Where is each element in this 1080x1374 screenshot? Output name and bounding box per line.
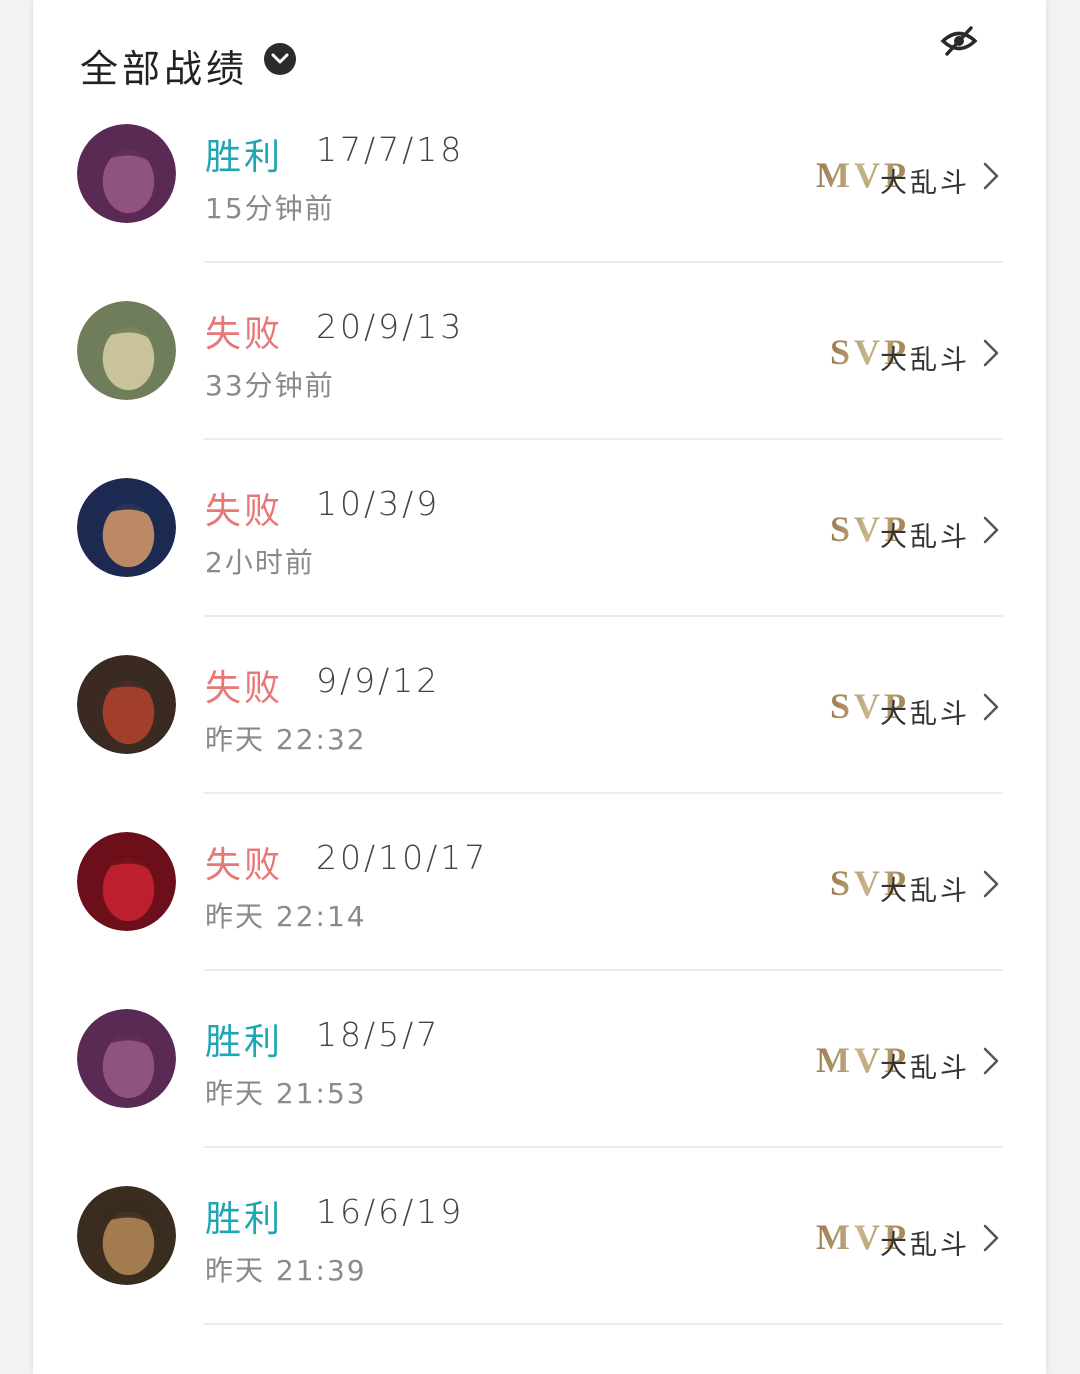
champion-avatar <box>77 655 176 754</box>
match-row[interactable]: 失败 10/3/9 2小时前 SVP 大乱斗 <box>33 440 1046 617</box>
match-row[interactable]: 失败 20/9/13 33分钟前 SVP 大乱斗 <box>33 263 1046 440</box>
game-mode: 大乱斗 <box>880 876 970 907</box>
kda-score: 10/3/9 <box>316 484 441 523</box>
match-result: 失败 <box>205 668 284 709</box>
match-row[interactable]: 失败 9/9/12 昨天 22:32 SVP 大乱斗 <box>33 617 1046 794</box>
kda-score: 17/7/18 <box>316 130 465 169</box>
game-mode: 大乱斗 <box>880 699 970 730</box>
kda-score: 9/9/12 <box>316 661 441 700</box>
champion-avatar <box>77 1009 176 1108</box>
match-time: 33分钟前 <box>205 369 335 402</box>
match-time: 昨天 22:32 <box>205 723 367 756</box>
match-row[interactable]: 胜利 16/6/19 昨天 21:39 MVP 大乱斗 <box>33 1148 1046 1325</box>
chevron-right-icon <box>983 339 999 367</box>
match-time: 2小时前 <box>205 546 315 579</box>
champion-avatar <box>77 832 176 931</box>
champion-avatar <box>77 124 176 223</box>
row-divider <box>204 1323 1003 1325</box>
chevron-down-icon <box>271 53 289 64</box>
chevron-right-icon <box>983 1224 999 1252</box>
kda-score: 20/9/13 <box>316 307 465 346</box>
match-result: 失败 <box>205 314 284 355</box>
champion-avatar <box>77 1186 176 1285</box>
chevron-right-icon <box>983 693 999 721</box>
champion-avatar <box>77 478 176 577</box>
hide-toggle-button[interactable] <box>939 24 979 58</box>
match-row[interactable]: 失败 20/10/17 昨天 22:14 SVP 大乱斗 <box>33 794 1046 971</box>
filter-dropdown-button[interactable] <box>264 43 296 75</box>
chevron-right-icon <box>983 162 999 190</box>
kda-score: 18/5/7 <box>316 1015 441 1054</box>
match-row[interactable]: 胜利 18/5/7 昨天 21:53 MVP 大乱斗 <box>33 971 1046 1148</box>
chevron-right-icon <box>983 516 999 544</box>
champion-avatar <box>77 301 176 400</box>
match-result: 失败 <box>205 845 284 886</box>
kda-score: 20/10/17 <box>316 838 489 877</box>
match-result: 失败 <box>205 491 284 532</box>
match-time: 昨天 21:53 <box>205 1077 367 1110</box>
match-history-card: 全部战绩 胜利 17/7/18 15分钟前 MVP 大乱斗 失败 20/9/13… <box>33 0 1046 1374</box>
match-row[interactable]: 胜利 17/7/18 15分钟前 MVP 大乱斗 <box>33 86 1046 263</box>
chevron-right-icon <box>983 1047 999 1075</box>
page-title: 全部战绩 <box>80 47 249 91</box>
game-mode: 大乱斗 <box>880 522 970 553</box>
match-result: 胜利 <box>205 1022 284 1063</box>
eye-off-icon <box>940 26 978 56</box>
game-mode: 大乱斗 <box>880 1053 970 1084</box>
game-mode: 大乱斗 <box>880 345 970 376</box>
match-result: 胜利 <box>205 137 284 178</box>
game-mode: 大乱斗 <box>880 168 970 199</box>
match-time: 昨天 21:39 <box>205 1254 367 1287</box>
kda-score: 16/6/19 <box>316 1192 465 1231</box>
chevron-right-icon <box>983 870 999 898</box>
game-mode: 大乱斗 <box>880 1230 970 1261</box>
match-time: 昨天 22:14 <box>205 900 367 933</box>
match-list: 胜利 17/7/18 15分钟前 MVP 大乱斗 失败 20/9/13 33分钟… <box>33 86 1046 1325</box>
match-time: 15分钟前 <box>205 192 335 225</box>
match-result: 胜利 <box>205 1199 284 1240</box>
